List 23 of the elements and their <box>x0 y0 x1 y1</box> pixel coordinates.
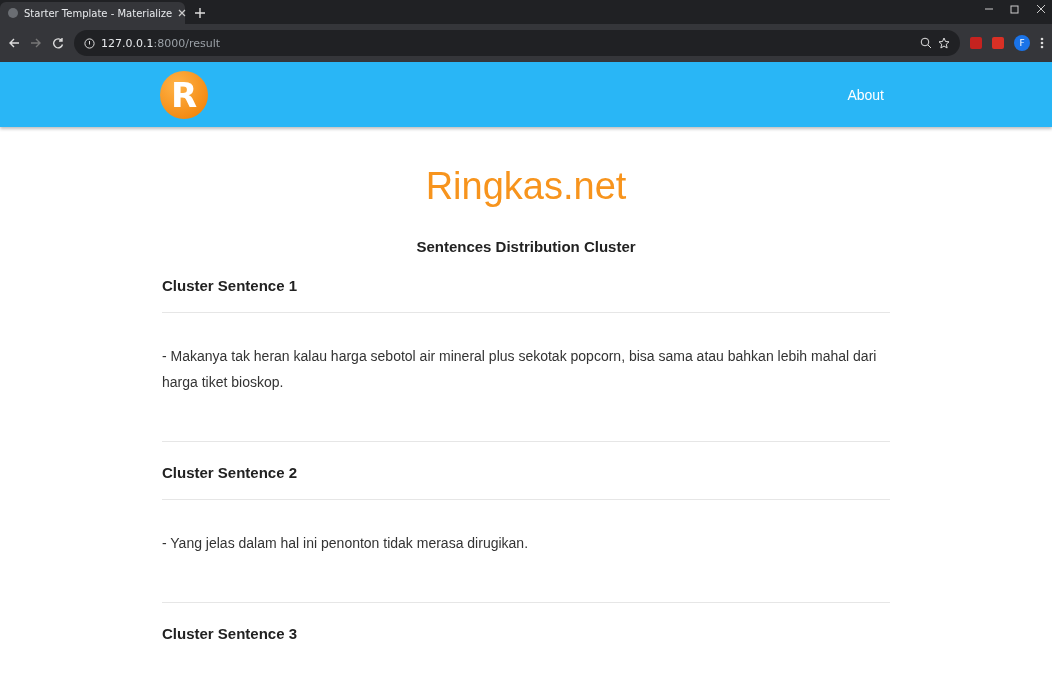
zoom-icon[interactable] <box>920 37 932 49</box>
menu-icon[interactable] <box>1040 37 1044 49</box>
back-arrow-icon[interactable] <box>8 37 20 49</box>
forward-arrow-icon[interactable] <box>30 37 42 49</box>
close-icon[interactable] <box>1036 4 1046 14</box>
cluster-title: Cluster Sentence 3 <box>162 624 299 642</box>
cluster-title: Cluster Sentence 1 <box>162 276 299 294</box>
cluster-sentence: - Yang jelas dalam hal ini penonton tidak merasa dirugikan. <box>162 534 530 553</box>
nav-link[interactable]: About <box>847 86 884 103</box>
section-heading: Sentences Distribution Cluster <box>415 238 637 255</box>
cluster-sentence: - Makanya tak heran kalau harga sebotol air mineral plus sekotak popcorn, bisa sama atau bahkan lebih mahal dari harga tiket bioskop. <box>162 347 878 392</box>
cluster-title: Cluster Sentence 2 <box>162 463 299 481</box>
reload-icon[interactable] <box>52 37 64 49</box>
restore-icon[interactable] <box>1010 4 1020 14</box>
url-text[interactable]: 127.0.0.1:8000/result <box>101 36 220 50</box>
tab-title: Starter Template - Materialize <box>24 7 173 19</box>
close-icon[interactable] <box>178 9 187 17</box>
info-icon[interactable] <box>84 37 95 49</box>
site-title: Ringkas.net <box>424 165 628 208</box>
browser-tab[interactable]: Starter Template - Materialize <box>0 2 185 24</box>
plus-icon[interactable] <box>195 8 205 18</box>
profile-avatar[interactable]: F <box>1014 35 1030 51</box>
star-icon[interactable] <box>938 37 950 49</box>
